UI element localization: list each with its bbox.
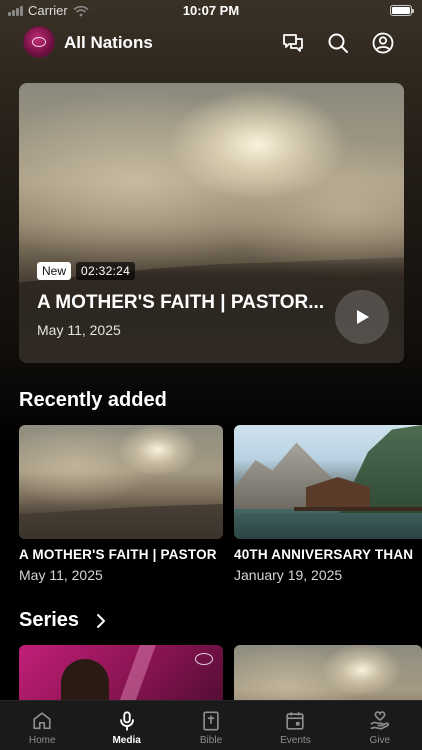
tab-media[interactable]: Media — [84, 701, 168, 750]
profile-icon[interactable] — [371, 31, 395, 55]
search-icon[interactable] — [326, 31, 350, 55]
app-screen: Carrier 10:07 PM All Nations New 02:32:2… — [0, 0, 422, 750]
hero-title: A MOTHER'S FAITH | PASTOR... — [37, 292, 325, 313]
tab-bible[interactable]: Bible — [169, 701, 253, 750]
media-card-title: A MOTHER'S FAITH | PASTOR — [19, 547, 217, 562]
media-thumbnail — [234, 425, 422, 539]
tab-label: Give — [369, 735, 391, 746]
chevron-right-icon[interactable] — [95, 613, 107, 629]
microphone-icon — [119, 711, 134, 731]
series-heading[interactable]: Series — [19, 609, 79, 632]
hero-date: May 11, 2025 — [37, 322, 121, 338]
status-time: 10:07 PM — [182, 3, 240, 18]
recently-added-heading: Recently added — [19, 389, 167, 411]
play-button[interactable] — [335, 290, 389, 344]
tab-label: Home — [28, 735, 56, 746]
featured-video-card[interactable]: New 02:32:24 A MOTHER'S FAITH | PASTOR..… — [19, 83, 404, 363]
hero-badges: New 02:32:24 — [37, 262, 136, 280]
give-hand-icon — [370, 711, 389, 730]
chat-icon[interactable] — [281, 31, 305, 55]
new-badge: New — [37, 262, 72, 280]
church-logo[interactable] — [23, 26, 55, 58]
tab-label: Media — [112, 735, 141, 746]
duration-badge: 02:32:24 — [76, 262, 136, 280]
tab-label: Bible — [199, 735, 223, 746]
tab-bar: Home Media Bible Events Give — [0, 700, 422, 750]
tab-label: Events — [280, 735, 311, 746]
media-card-date: January 19, 2025 — [234, 567, 343, 583]
home-icon — [33, 712, 51, 730]
play-icon — [357, 310, 369, 324]
tab-home[interactable]: Home — [0, 701, 84, 750]
media-card-title: 40TH ANNIVERSARY THAN — [234, 547, 414, 562]
tab-give[interactable]: Give — [338, 701, 422, 750]
app-title: All Nations — [64, 33, 153, 52]
app-header: All Nations — [0, 26, 422, 62]
battery-icon — [390, 5, 414, 16]
media-card[interactable]: A MOTHER'S FAITH | PASTOR May 11, 2025 — [19, 425, 223, 583]
bible-icon — [203, 711, 219, 731]
media-card-date: May 11, 2025 — [19, 567, 103, 583]
media-card[interactable]: 40TH ANNIVERSARY THAN January 19, 2025 — [234, 425, 422, 583]
media-thumbnail — [19, 425, 223, 539]
tab-events[interactable]: Events — [253, 701, 337, 750]
status-bar: Carrier 10:07 PM — [0, 0, 422, 22]
calendar-icon — [286, 712, 305, 730]
